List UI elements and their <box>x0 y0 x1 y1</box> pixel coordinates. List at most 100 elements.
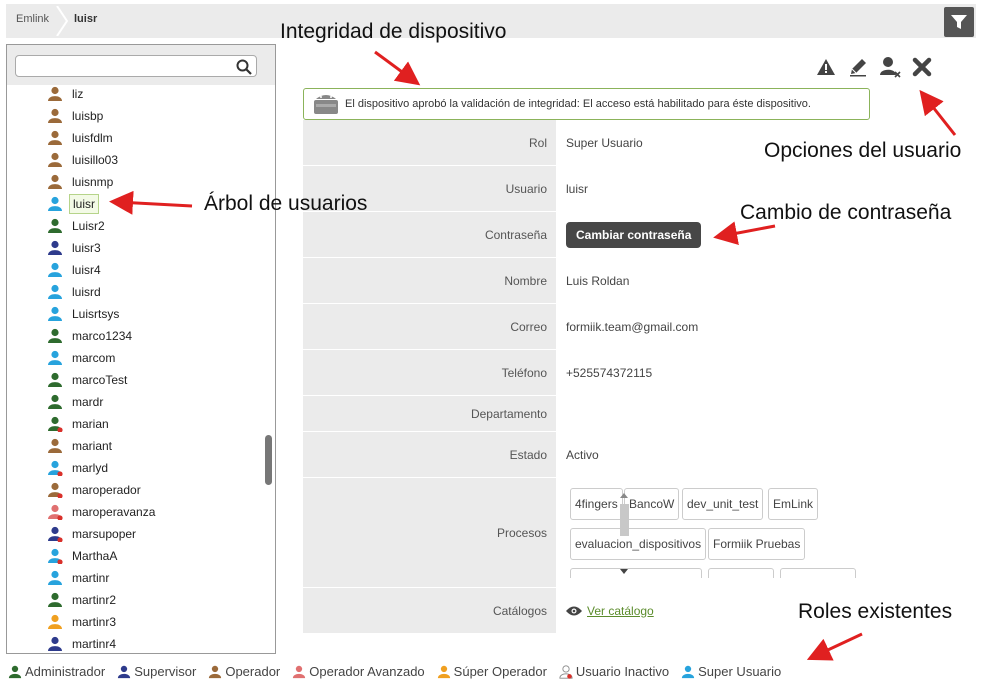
proceso-chip[interactable]: dev_unit_test <box>682 488 764 520</box>
tree-scrollbar-thumb[interactable] <box>265 435 272 485</box>
legend-label: Operador <box>225 664 281 679</box>
tree-search-bar <box>7 45 275 85</box>
legend-item: Operador Avanzado <box>292 664 425 679</box>
tree-item-martinr4[interactable]: martinr4 <box>7 633 263 653</box>
proceso-chip[interactable]: 4fingers <box>570 488 623 520</box>
tree-item-mardr[interactable]: mardr <box>7 391 263 413</box>
change-password-button[interactable]: Cambiar contraseña <box>566 221 702 248</box>
tree-item-label: marcom <box>72 351 116 365</box>
legend-item: Super Usuario <box>681 664 781 679</box>
user-icon <box>293 665 306 678</box>
departamento-label: Departamento <box>303 396 556 431</box>
procesos-scrollbar[interactable] <box>617 490 631 578</box>
breadcrumb-separator-icon <box>56 6 68 36</box>
user-remove-icon <box>880 57 901 78</box>
tree-item-label: luisr <box>69 194 100 214</box>
tree-item-luisrd[interactable]: luisrd <box>7 281 263 303</box>
tree-item-luisbp[interactable]: luisbp <box>7 105 263 127</box>
proceso-chip[interactable] <box>780 568 856 578</box>
pencil-icon <box>850 59 866 77</box>
view-catalog-link[interactable]: Ver catálogo <box>587 604 654 618</box>
scroll-up-icon[interactable] <box>620 493 628 498</box>
tree-item-label: martinr <box>72 571 110 585</box>
deactivate-user-button[interactable] <box>878 56 902 78</box>
integrity-banner: El dispositivo aprobó la validación de i… <box>303 88 870 120</box>
tree-item-MarthaA[interactable]: MarthaA <box>7 545 263 567</box>
tree-item-Luisr2[interactable]: Luisr2 <box>7 215 263 237</box>
proceso-chip[interactable] <box>570 568 702 578</box>
tree-item-liz[interactable]: liz <box>7 83 263 105</box>
legend-item: Súper Operador <box>437 664 547 679</box>
roles-legend: Administrador Supervisor Operador Operador … <box>8 664 793 679</box>
tree-search-input[interactable] <box>20 56 230 76</box>
tree-item-label: MarthaA <box>72 549 118 563</box>
scroll-thumb[interactable] <box>620 504 629 536</box>
tree-item-maroperavanza[interactable]: maroperavanza <box>7 501 263 523</box>
filter-icon <box>951 15 967 29</box>
scroll-down-icon[interactable] <box>620 569 628 574</box>
user-icon <box>48 196 62 211</box>
row-departamento: Departamento <box>303 396 943 432</box>
tree-item-label: marcoTest <box>72 373 128 387</box>
tree-item-label: martinr4 <box>72 637 117 651</box>
user-tree-list: liz luisbp luisfdlm luisillo03 luisnmp luisr L… <box>7 83 263 653</box>
proceso-chip[interactable] <box>708 568 774 578</box>
user-icon <box>437 665 450 678</box>
user-icon <box>48 416 63 432</box>
tree-search-box <box>15 55 257 77</box>
tree-item-marian[interactable]: marian <box>7 413 263 435</box>
breadcrumb-current: luisr <box>74 13 98 25</box>
user-icon <box>48 306 62 321</box>
proceso-chip[interactable]: BancoW <box>624 488 680 520</box>
tree-item-mariant[interactable]: mariant <box>7 435 263 457</box>
tree-item-label: luisr4 <box>72 263 101 277</box>
legend-item: Supervisor <box>117 664 196 679</box>
filter-button[interactable] <box>944 7 974 37</box>
proceso-chip[interactable]: Formiik Pruebas <box>708 528 806 560</box>
tree-item-label: marlyd <box>72 461 109 475</box>
legend-item: Administrador <box>8 664 105 679</box>
tree-item-marlyd[interactable]: marlyd <box>7 457 263 479</box>
legend-label: Supervisor <box>134 664 197 679</box>
user-icon <box>48 372 62 387</box>
search-icon[interactable] <box>236 59 252 75</box>
user-icon <box>48 526 63 542</box>
tree-item-label: Luisrtsys <box>72 307 120 321</box>
breadcrumb-root[interactable]: Emlink <box>16 4 49 38</box>
user-icon <box>209 665 222 678</box>
tree-item-luisr3[interactable]: luisr3 <box>7 237 263 259</box>
tree-item-label: luisr3 <box>72 241 101 255</box>
user-icon <box>8 665 22 678</box>
estado-label: Estado <box>303 432 556 477</box>
tree-item-martinr2[interactable]: martinr2 <box>7 589 263 611</box>
tree-item-label: martinr3 <box>72 615 117 629</box>
eye-icon <box>566 606 582 615</box>
user-icon <box>48 614 62 629</box>
departamento-value <box>556 396 943 431</box>
tree-item-maroperador[interactable]: maroperador <box>7 479 263 501</box>
tree-item-luisfdlm[interactable]: luisfdlm <box>7 127 263 149</box>
tree-item-martinr3[interactable]: martinr3 <box>7 611 263 633</box>
telefono-value: +525574372115 <box>566 365 653 380</box>
tree-item-luisillo03[interactable]: luisillo03 <box>7 149 263 171</box>
warning-button[interactable] <box>814 56 838 78</box>
user-icon <box>48 438 62 453</box>
annotation-user-options: Opciones del usuario <box>764 139 962 162</box>
tree-item-marsupoper[interactable]: marsupoper <box>7 523 263 545</box>
tree-item-label: marco1234 <box>72 329 133 343</box>
tree-item-Luisrtsys[interactable]: Luisrtsys <box>7 303 263 325</box>
tree-item-martinr[interactable]: martinr <box>7 567 263 589</box>
integrity-message: El dispositivo aprobó la validación de i… <box>345 98 811 110</box>
tree-item-label: marsupoper <box>72 527 137 541</box>
tree-item-luisr4[interactable]: luisr4 <box>7 259 263 281</box>
delete-user-button[interactable] <box>910 56 934 78</box>
user-icon <box>48 262 62 277</box>
proceso-chip[interactable]: evaluacion_dispositivos <box>570 528 707 560</box>
tree-item-marcoTest[interactable]: marcoTest <box>7 369 263 391</box>
tree-item-luisnmp[interactable]: luisnmp <box>7 171 263 193</box>
edit-button[interactable] <box>846 56 870 78</box>
proceso-chip[interactable]: EmLink <box>768 488 819 520</box>
annotation-change-password: Cambio de contraseña <box>740 201 952 224</box>
tree-item-marcom[interactable]: marcom <box>7 347 263 369</box>
tree-item-marco1234[interactable]: marco1234 <box>7 325 263 347</box>
